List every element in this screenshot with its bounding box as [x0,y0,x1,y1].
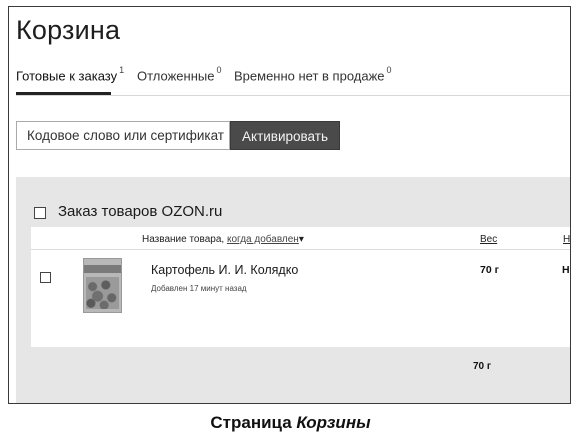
product-added-time: Добавлен 17 минут назад [151,284,247,293]
order-panel: Заказ товаров OZON.ru Название товара, к… [16,177,570,403]
product-cut-column-value: На [562,264,570,276]
tab-count: 1 [119,65,125,75]
promo-code-input[interactable]: Кодовое слово или сертификат [16,121,230,150]
column-header-weight[interactable]: Вес [480,234,497,245]
sort-by-date-link[interactable]: когда добавлен [227,234,299,245]
cart-tabs: Готовые к заказу 1 Отложенные 0 Временно н… [16,65,570,97]
tab-temporarily-unavailable[interactable]: Временно нет в продаже 0 [234,65,392,84]
order-total-weight: 70 г [473,361,492,372]
tab-count: 0 [216,65,222,75]
cart-page: Корзина Готовые к заказу 1 Отложенные 0 Вр… [8,6,571,404]
column-header-name: Название товара, когда добавлен▾ [142,234,304,245]
product-thumbnail[interactable] [83,258,122,313]
book-cover-potatoes-image [86,277,119,309]
activate-button[interactable]: Активировать [230,121,340,150]
page-title: Корзина [16,15,121,45]
product-name-link[interactable]: Картофель И. И. Колядко [151,263,298,277]
sort-chevron-down-icon[interactable]: ▾ [299,234,304,245]
order-title: Заказ товаров OZON.ru [58,203,223,220]
figure-caption: Страница Корзины [0,413,581,433]
book-cover-title-band [84,265,121,273]
product-weight: 70 г [480,264,499,276]
tab-postponed[interactable]: Отложенные 0 [137,65,222,84]
tab-label: Готовые к заказу [16,68,118,84]
tab-label: Временно нет в продаже [234,68,385,84]
tab-label: Отложенные [137,68,215,84]
tab-count: 0 [386,65,392,75]
item-checkbox[interactable] [40,272,51,283]
column-header-name-label: Название товара, [142,234,225,245]
tabs-divider [16,95,570,96]
caption-text: Страница [210,413,292,432]
order-select-all-checkbox[interactable] [34,207,46,219]
column-header-cut[interactable]: На [563,234,570,245]
order-items-table: Название товара, когда добавлен▾ Вес На … [31,227,570,347]
caption-italic-text: Корзины [296,413,371,432]
table-header-divider [31,249,570,250]
tab-ready-to-order[interactable]: Готовые к заказу 1 [16,65,125,84]
